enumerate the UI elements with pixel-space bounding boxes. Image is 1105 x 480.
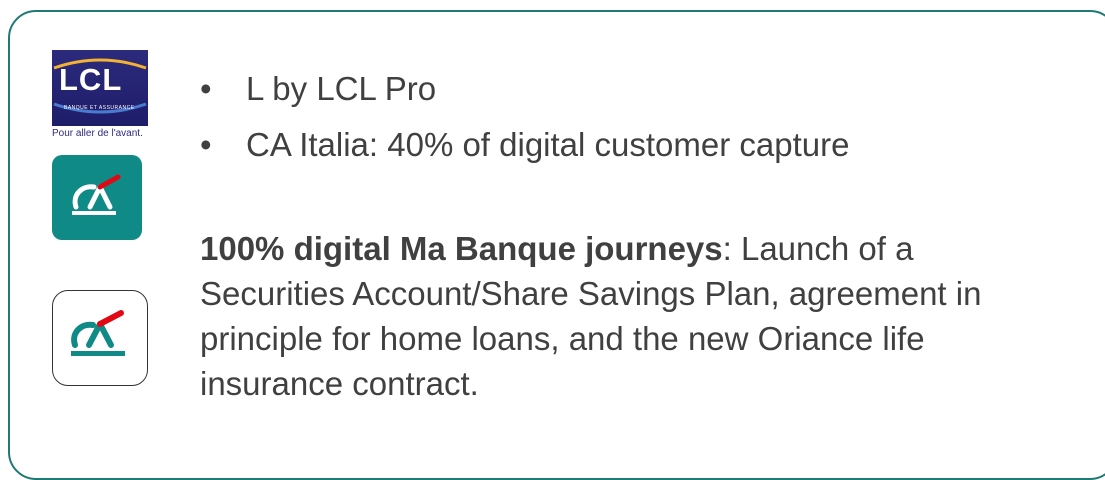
bullet-marker: • (200, 126, 212, 163)
bullet-text: CA Italia: 40% of digital customer captu… (246, 126, 850, 163)
bullet-marker: • (200, 70, 212, 107)
lcl-tagline: Pour aller de l'avant. (52, 128, 143, 139)
paragraph-bold-lead: 100% digital Ma Banque journeys (200, 230, 723, 267)
description-paragraph: 100% digital Ma Banque journeys: Launch … (200, 226, 1060, 406)
lcl-logo-text: LCL (59, 62, 123, 97)
credit-agricole-app-icon (52, 155, 142, 240)
ma-banque-app-icon (52, 290, 148, 386)
lcl-logo-box: LCL BANQUE ET ASSURANCE (52, 50, 148, 126)
list-item: • L by LCL Pro (200, 65, 849, 121)
lcl-logo: LCL BANQUE ET ASSURANCE Pour aller de l'… (52, 50, 148, 140)
bullet-list: • L by LCL Pro • CA Italia: 40% of digit… (200, 65, 849, 177)
list-item: • CA Italia: 40% of digital customer cap… (200, 121, 849, 177)
credit-agricole-logo-icon (72, 174, 121, 215)
lcl-logo-subtitle: BANQUE ET ASSURANCE (64, 105, 135, 111)
bullet-text: L by LCL Pro (246, 70, 437, 107)
credit-agricole-logo-icon (71, 310, 125, 356)
